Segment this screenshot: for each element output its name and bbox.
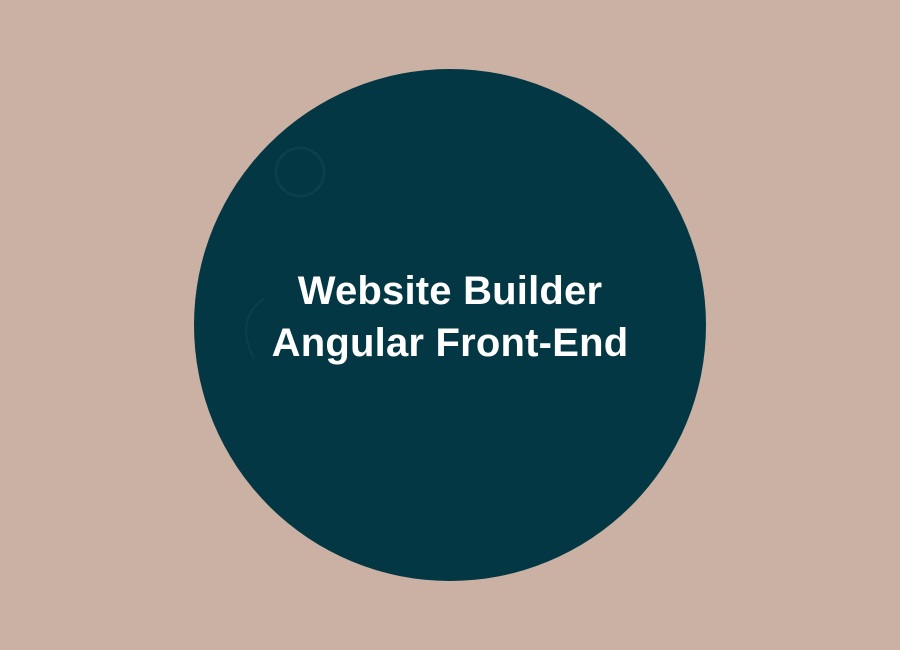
title-line-1: Website Builder [297,269,603,313]
title-block: Website Builder Angular Front-End [194,265,706,369]
title-line-2: Angular Front-End [271,321,629,365]
faint-ring-shape [274,146,326,198]
banner: Website Builder Angular Front-End [0,0,900,650]
